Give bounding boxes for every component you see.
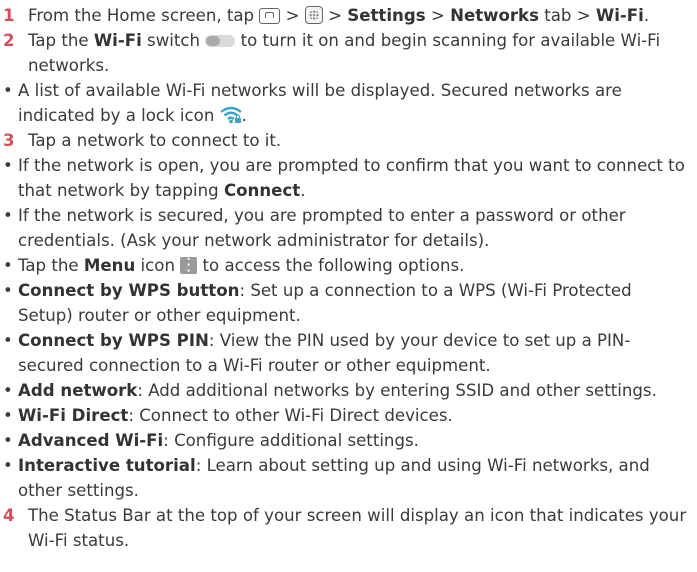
bullet-text: Wi-Fi Direct: Connect to other Wi-Fi Dir…	[18, 406, 453, 425]
step-2: 2 Tap the Wi-Fi switch to turn it on and…	[0, 28, 697, 78]
bullet-menu: • Tap the Menu icon to access the follow…	[0, 253, 697, 278]
bullet: •	[3, 156, 13, 175]
bullet: •	[3, 206, 13, 225]
bullet: •	[3, 281, 13, 300]
wifi-lock-icon	[219, 106, 242, 124]
menu-icon	[180, 253, 198, 278]
instructions-page: 1 From the Home screen, tap > > Settings…	[0, 0, 697, 572]
bullet-text: If the network is open, you are prompted…	[18, 156, 685, 200]
bullet-wps-button: • Connect by WPS button: Set up a connec…	[0, 278, 697, 328]
step-number: 3	[3, 131, 15, 150]
step-text: Tap a network to connect to it.	[28, 131, 282, 150]
bullet-text: Advanced Wi-Fi: Configure additional set…	[18, 431, 419, 450]
bullet-add-network: • Add network: Add additional networks b…	[0, 378, 697, 403]
bullet: •	[3, 331, 13, 350]
apps-icon	[304, 6, 323, 24]
step-number: 2	[3, 31, 15, 50]
step-3: 3 Tap a network to connect to it.	[0, 128, 697, 153]
step-text: The Status Bar at the top of your screen…	[28, 506, 687, 550]
bullet-text: A list of available Wi-Fi networks will …	[18, 81, 622, 125]
bullet-wps-pin: • Connect by WPS PIN: View the PIN used …	[0, 328, 697, 378]
bullet: •	[3, 431, 13, 450]
step-text: Tap the Wi-Fi switch to turn it on and b…	[28, 31, 661, 75]
home-button-icon	[259, 8, 281, 24]
bullet: •	[3, 456, 13, 475]
wifi-switch-icon	[205, 35, 236, 47]
bullet-secured-network: • If the network is secured, you are pro…	[0, 203, 697, 253]
bullet: •	[3, 406, 13, 425]
bullet-text: Tap the Menu icon to access the followin…	[18, 253, 464, 278]
bullet: •	[3, 381, 13, 400]
step-4: 4 The Status Bar at the top of your scre…	[0, 503, 697, 553]
step-number: 1	[3, 6, 15, 25]
bullet-interactive-tutorial: • Interactive tutorial: Learn about sett…	[0, 453, 697, 503]
bullet-open-network: • If the network is open, you are prompt…	[0, 153, 697, 203]
bullet-text: Interactive tutorial: Learn about settin…	[18, 456, 650, 500]
bullet-list-available: • A list of available Wi-Fi networks wil…	[0, 78, 697, 128]
bullet-text: If the network is secured, you are promp…	[18, 206, 626, 250]
bullet-wifi-direct: • Wi-Fi Direct: Connect to other Wi-Fi D…	[0, 403, 697, 428]
bullet: •	[3, 81, 13, 100]
step-1: 1 From the Home screen, tap > > Settings…	[0, 3, 697, 28]
bullet-text: Add network: Add additional networks by …	[18, 381, 657, 400]
step-number: 4	[3, 506, 15, 525]
bullet-text: Connect by WPS button: Set up a connecti…	[18, 281, 632, 325]
step-text: From the Home screen, tap > > Settings >…	[28, 6, 650, 25]
bullet: •	[3, 256, 13, 275]
bullet-advanced-wifi: • Advanced Wi-Fi: Configure additional s…	[0, 428, 697, 453]
bullet-text: Connect by WPS PIN: View the PIN used by…	[18, 331, 631, 375]
